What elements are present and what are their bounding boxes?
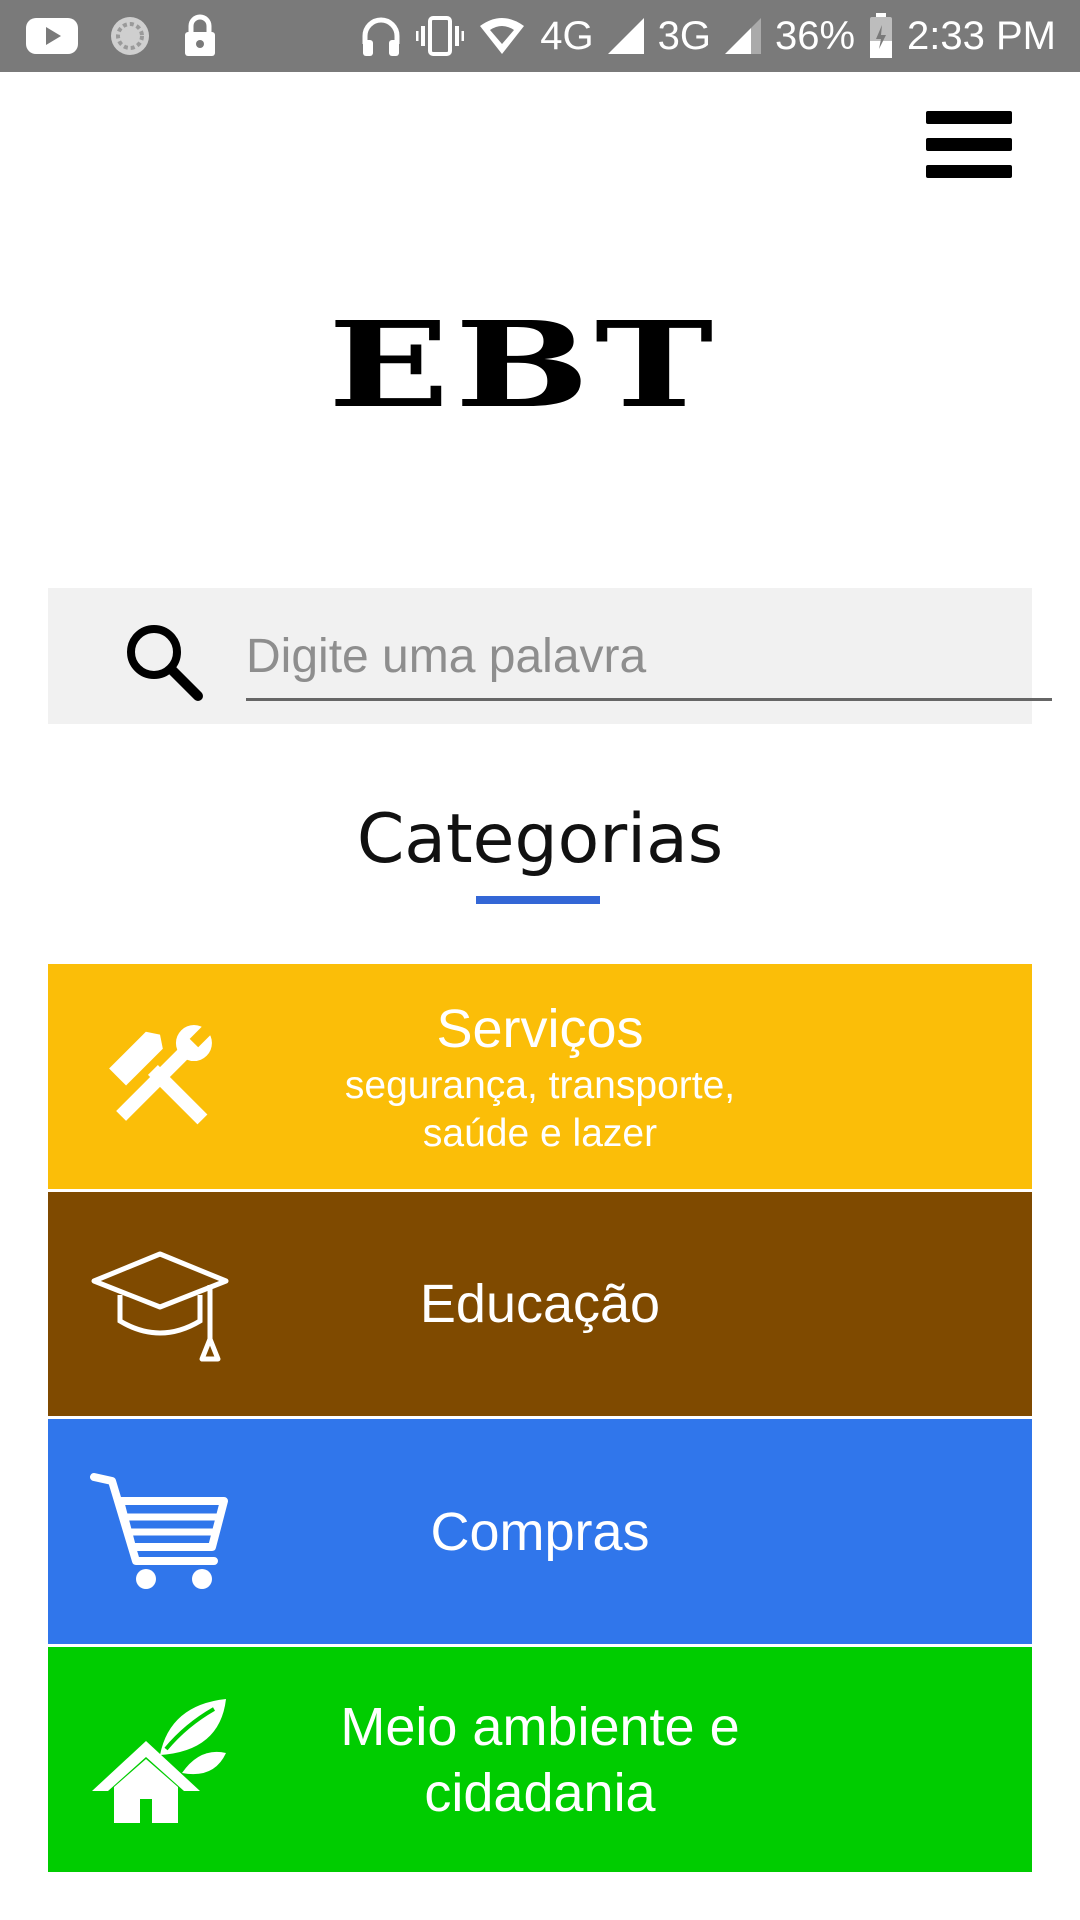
card-title: Compras [430, 1501, 650, 1562]
search-icon[interactable] [120, 618, 206, 704]
category-card-compras[interactable]: Compras [48, 1419, 1032, 1644]
tools-icon [90, 1012, 230, 1142]
status-bar-right: 4G 3G 36% 2:33 PM [360, 0, 1056, 72]
card-subtitle: segurança, transporte, [344, 1063, 736, 1107]
vibrate-icon [416, 14, 465, 58]
category-card-educacao[interactable]: Educação [48, 1192, 1032, 1416]
card-text: Educação [230, 1271, 850, 1337]
card-text: Compras [230, 1499, 850, 1565]
card-title: cidadania [424, 1762, 656, 1823]
network-type-2: 3G [657, 13, 711, 58]
card-subtitle: saúde e lazer [422, 1111, 658, 1155]
menu-bar-line [926, 110, 1012, 124]
battery-icon [869, 13, 893, 59]
card-text: Serviços segurança, transporte, saúde e … [230, 996, 850, 1158]
wifi-icon [478, 16, 526, 56]
categories-heading: Categorias [356, 800, 724, 879]
menu-bar-line [926, 164, 1012, 178]
hamburger-menu-icon[interactable] [926, 98, 1026, 190]
heading-underline [476, 896, 600, 904]
network-type-1: 4G [540, 13, 594, 58]
card-title: Meio ambiente e [340, 1696, 740, 1757]
shopping-cart-icon [90, 1467, 230, 1597]
lock-icon [182, 14, 218, 58]
category-card-meio-ambiente[interactable]: Meio ambiente e cidadania [48, 1647, 1032, 1872]
search-bar [48, 588, 1052, 724]
status-bar: 4G 3G 36% 2:33 PM [0, 0, 1080, 72]
status-bar-left [26, 0, 218, 72]
search-input[interactable] [246, 614, 1052, 701]
battery-percent: 36% [774, 13, 856, 58]
signal-icon [607, 18, 644, 54]
category-card-servicos[interactable]: Serviços segurança, transporte, saúde e … [48, 964, 1032, 1189]
graduation-cap-icon [90, 1239, 230, 1369]
card-text: Meio ambiente e cidadania [230, 1694, 850, 1826]
headphones-icon [360, 14, 402, 58]
app-logo: EBT [327, 295, 719, 434]
youtube-icon [26, 16, 78, 56]
sync-icon [108, 14, 152, 58]
menu-bar-line [926, 137, 1012, 151]
eco-house-icon [90, 1695, 230, 1825]
clock: 2:33 PM [907, 13, 1056, 58]
card-title: Educação [419, 1274, 661, 1334]
card-title: Serviços [436, 998, 644, 1059]
signal-icon-secondary [724, 18, 761, 54]
